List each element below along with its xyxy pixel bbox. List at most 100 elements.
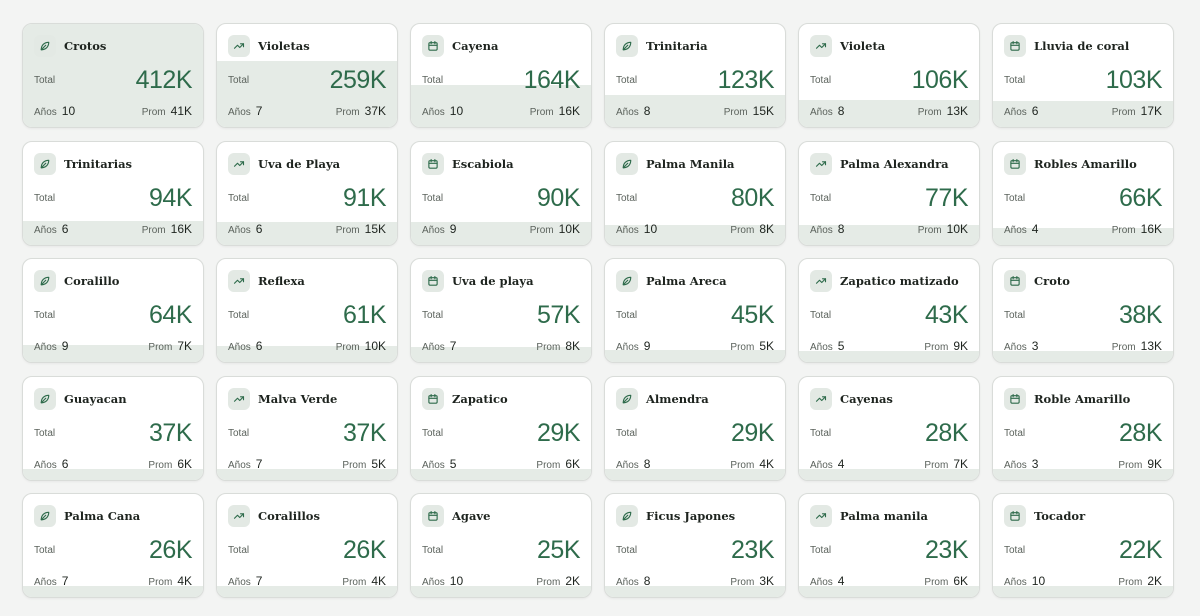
plant-card[interactable]: Tocador Total 22K Años 10 Prom 2K	[992, 493, 1174, 598]
years-label: Años	[34, 577, 57, 588]
plant-card[interactable]: Zapatico matizado Total 43K Años 5 Prom 9K	[798, 258, 980, 363]
avg-value: 3K	[759, 574, 774, 588]
card-title: Coralillo	[64, 274, 120, 288]
plant-card[interactable]: Cayena Total 164K Años 10 Prom 16K	[410, 23, 592, 128]
plant-card[interactable]: Palma Alexandra Total 77K Años 8 Prom 10K	[798, 140, 980, 246]
card-title: Lluvia de coral	[1034, 39, 1130, 53]
total-label: Total	[422, 75, 444, 86]
avg-label: Prom	[148, 342, 173, 353]
plant-card[interactable]: Almendra Total 29K Años 8 Prom 4K	[604, 375, 786, 481]
total-value: 80K	[731, 183, 774, 212]
avg-label: Prom	[536, 459, 561, 471]
avg-value: 15K	[364, 221, 386, 236]
avg-value: 5K	[759, 339, 774, 353]
plant-card[interactable]: Escabiola Total 90K Años 9 Prom 10K	[410, 140, 592, 246]
plant-card[interactable]: Cayenas Total 28K Años 4 Prom 7K	[798, 375, 980, 481]
trend-icon	[810, 387, 832, 410]
avg-label: Prom	[141, 107, 166, 118]
plant-card[interactable]: Trinitaria Total 123K Años 8 Prom 15K	[604, 23, 786, 128]
card-title: Ficus Japones	[646, 509, 736, 523]
total-value: 25K	[537, 536, 580, 564]
trend-icon	[810, 35, 832, 57]
plant-card[interactable]: Palma Areca Total 45K Años 9 Prom 5K	[604, 258, 786, 363]
avg-value: 8K	[565, 339, 580, 353]
card-title: Escabiola	[452, 156, 514, 171]
avg-value: 37K	[364, 104, 386, 118]
plant-card[interactable]: Uva de Playa Total 91K Años 6 Prom 15K	[216, 140, 398, 246]
avg-label: Prom	[141, 224, 166, 236]
total-value: 22K	[1119, 536, 1162, 564]
total-label: Total	[1004, 427, 1026, 439]
plant-card[interactable]: Guayacan Total 37K Años 6 Prom 6K	[22, 375, 204, 481]
years-value: 7	[255, 456, 263, 471]
total-value: 123K	[717, 66, 775, 94]
plant-card[interactable]: Coralillos Total 26K Años 7 Prom 4K	[216, 493, 398, 598]
leaf-icon	[34, 270, 56, 292]
years-label: Años	[228, 342, 251, 353]
plant-card[interactable]: Lluvia de coral Total 103K Años 6 Prom 17K	[992, 23, 1174, 128]
years-value: 10	[61, 104, 76, 118]
avg-label: Prom	[335, 342, 360, 353]
avg-label: Prom	[723, 107, 748, 118]
card-title: Palma Manila	[646, 156, 735, 171]
card-title: Cayenas	[840, 391, 893, 406]
plant-card[interactable]: Coralillo Total 64K Años 9 Prom 7K	[22, 258, 204, 363]
card-title: Almendra	[646, 391, 709, 406]
plant-card[interactable]: Reflexa Total 61K Años 6 Prom 10K	[216, 258, 398, 363]
plant-card[interactable]: Palma Manila Total 80K Años 10 Prom 8K	[604, 140, 786, 246]
total-value: 103K	[1105, 66, 1163, 94]
plant-card[interactable]: Trinitarias Total 94K Años 6 Prom 16K	[22, 140, 204, 246]
total-value: 26K	[343, 536, 386, 564]
years-value: 10	[449, 104, 464, 118]
years-label: Años	[616, 577, 639, 588]
plant-card[interactable]: Robles Amarillo Total 66K Años 4 Prom 16K	[992, 140, 1174, 246]
total-value: 412K	[135, 66, 193, 94]
total-value: 61K	[343, 301, 386, 329]
plant-card[interactable]: Violeta Total 106K Años 8 Prom 13K	[798, 23, 980, 128]
total-label: Total	[34, 192, 56, 204]
avg-value: 41K	[170, 104, 192, 118]
card-title: Roble Amarillo	[1034, 391, 1131, 406]
avg-label: Prom	[335, 107, 360, 118]
plant-card[interactable]: Malva Verde Total 37K Años 7 Prom 5K	[216, 375, 398, 481]
years-value: 10	[643, 221, 658, 236]
card-title: Reflexa	[258, 274, 305, 288]
calendar-icon	[422, 152, 444, 175]
avg-label: Prom	[730, 577, 755, 588]
trend-icon	[810, 152, 832, 175]
years-label: Años	[34, 224, 57, 236]
plant-card[interactable]: Zapatico Total 29K Años 5 Prom 6K	[410, 375, 592, 481]
plant-card[interactable]: Palma manila Total 23K Años 4 Prom 6K	[798, 493, 980, 598]
trend-icon	[228, 35, 250, 57]
years-label: Años	[422, 224, 445, 236]
calendar-icon	[1004, 270, 1026, 292]
plant-card[interactable]: Violetas Total 259K Años 7 Prom 37K	[216, 23, 398, 128]
card-title: Zapatico matizado	[840, 274, 959, 288]
years-label: Años	[228, 224, 251, 236]
years-value: 4	[1031, 221, 1039, 236]
total-label: Total	[616, 310, 638, 321]
avg-label: Prom	[730, 342, 755, 353]
card-title: Trinitarias	[64, 156, 132, 171]
total-label: Total	[1004, 192, 1026, 204]
total-label: Total	[34, 75, 56, 86]
leaf-icon	[616, 152, 638, 175]
card-title: Robles Amarillo	[1034, 156, 1137, 171]
total-label: Total	[810, 545, 832, 556]
plant-card[interactable]: Crotos Total 412K Años 10 Prom 41K	[22, 23, 204, 128]
card-title: Uva de Playa	[258, 156, 341, 171]
total-value: 37K	[343, 418, 386, 447]
avg-label: Prom	[917, 107, 942, 118]
plant-card[interactable]: Palma Cana Total 26K Años 7 Prom 4K	[22, 493, 204, 598]
total-value: 164K	[523, 66, 581, 94]
total-label: Total	[616, 75, 638, 86]
total-label: Total	[422, 545, 444, 556]
total-label: Total	[228, 192, 250, 204]
plant-card[interactable]: Croto Total 38K Años 3 Prom 13K	[992, 258, 1174, 363]
plant-card[interactable]: Ficus Japones Total 23K Años 8 Prom 3K	[604, 493, 786, 598]
plant-card[interactable]: Agave Total 25K Años 10 Prom 2K	[410, 493, 592, 598]
avg-value: 17K	[1140, 104, 1162, 118]
leaf-icon	[616, 505, 638, 527]
plant-card[interactable]: Uva de playa Total 57K Años 7 Prom 8K	[410, 258, 592, 363]
plant-card[interactable]: Roble Amarillo Total 28K Años 3 Prom 9K	[992, 375, 1174, 481]
